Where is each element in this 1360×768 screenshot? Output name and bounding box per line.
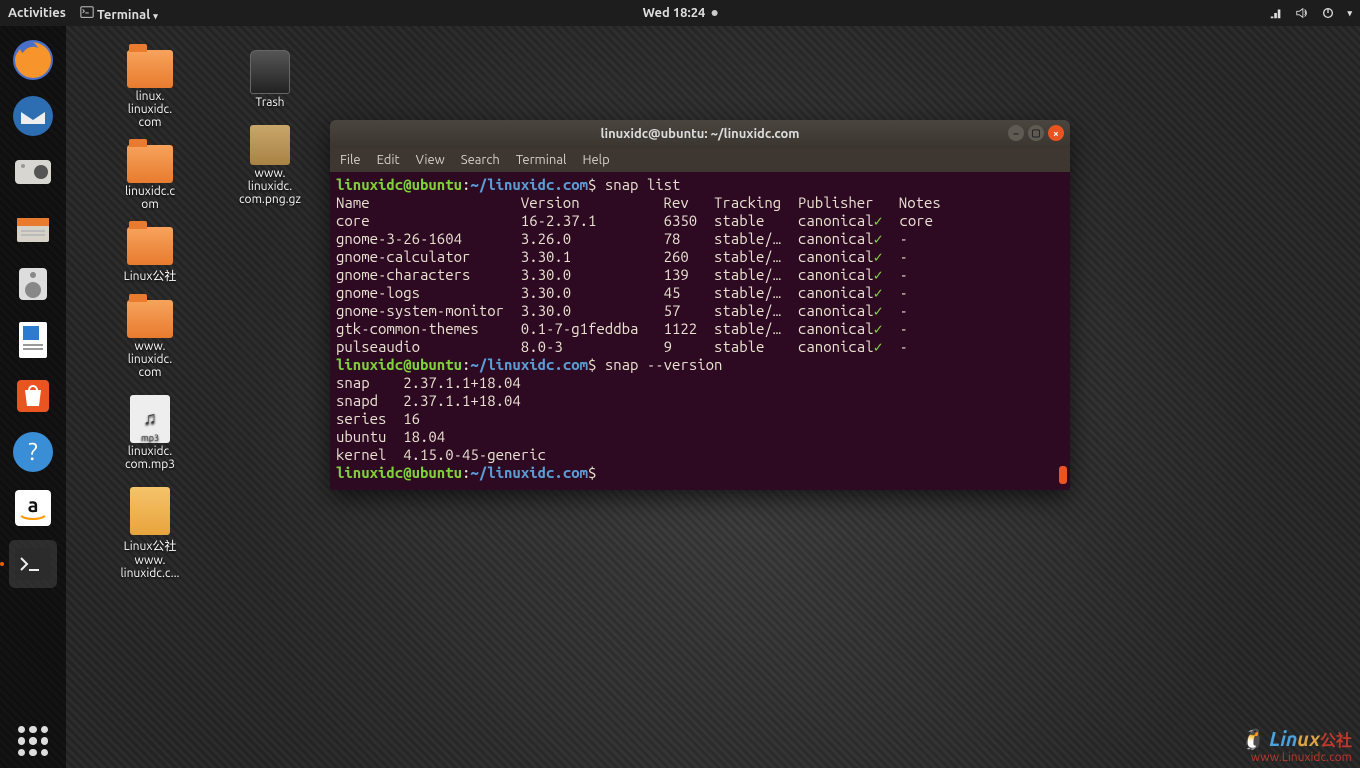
dock-camera[interactable]	[9, 148, 57, 196]
watermark-text: ux	[1297, 727, 1320, 750]
folder-icon	[127, 50, 173, 88]
svg-text:?: ?	[28, 438, 37, 465]
amazon-icon: a	[9, 484, 57, 532]
desktop-icon-label: Trash	[255, 96, 284, 109]
clock[interactable]: Wed 18:24	[643, 6, 718, 20]
show-applications-button[interactable]	[18, 726, 48, 756]
dock-rhythmbox[interactable]	[9, 260, 57, 308]
minimize-button[interactable]: –	[1008, 125, 1024, 141]
chevron-down-icon: ▾	[153, 11, 158, 21]
desktop-icon-label: Linux公社	[124, 267, 177, 284]
video-file-icon	[130, 487, 170, 535]
watermark-text: Lin	[1269, 727, 1297, 750]
menu-search[interactable]: Search	[461, 153, 500, 167]
terminal-window: linuxidc@ubuntu: ~/linuxidc.com – ▢ × Fi…	[330, 120, 1070, 490]
archive-icon	[250, 125, 290, 165]
menu-help[interactable]: Help	[582, 153, 609, 167]
files-icon	[9, 204, 57, 252]
dock-thunderbird[interactable]	[9, 92, 57, 140]
watermark-text: 公社	[1320, 732, 1352, 750]
volume-icon[interactable]	[1295, 6, 1309, 20]
notification-dot-icon	[711, 10, 717, 16]
dock-files[interactable]	[9, 204, 57, 252]
desktop-icon-label: www. linuxidc. com	[128, 340, 172, 379]
window-title: linuxidc@ubuntu: ~/linuxidc.com	[601, 127, 800, 141]
dock-help[interactable]: ?	[9, 428, 57, 476]
svg-text:a: a	[28, 493, 39, 516]
desktop-icon[interactable]: mp3linuxidc. com.mp3	[100, 395, 200, 471]
desktop-icon-label: www. linuxidc. com.png.gz	[239, 167, 301, 206]
speaker-icon	[9, 260, 57, 308]
shopping-bag-icon	[9, 372, 57, 420]
folder-icon	[127, 145, 173, 183]
dock-amazon[interactable]: a	[9, 484, 57, 532]
document-icon	[9, 316, 57, 364]
folder-icon	[127, 227, 173, 265]
thunderbird-icon	[9, 92, 57, 140]
dock-writer[interactable]	[9, 316, 57, 364]
desktop-icon-label: linuxidc.c om	[125, 185, 175, 211]
menu-terminal[interactable]: Terminal	[516, 153, 567, 167]
desktop-icon-label: linux. linuxidc. com	[128, 90, 172, 129]
network-icon[interactable]	[1269, 6, 1283, 20]
activities-button[interactable]: Activities	[8, 6, 66, 20]
desktop-icon-label: linuxidc. com.mp3	[125, 445, 175, 471]
scrollbar-thumb[interactable]	[1059, 466, 1067, 484]
scrollbar[interactable]	[1058, 172, 1068, 486]
camera-icon	[9, 148, 57, 196]
app-menu-label: Terminal	[97, 8, 150, 22]
trash-icon	[250, 50, 290, 94]
top-bar: Activities Terminal ▾ Wed 18:24 ▾	[0, 0, 1360, 26]
close-button[interactable]: ×	[1048, 125, 1064, 141]
terminal-body[interactable]: linuxidc@ubuntu:~/linuxidc.com$ snap lis…	[330, 172, 1070, 490]
clock-label: Wed 18:24	[643, 6, 706, 20]
desktop-icon[interactable]: linux. linuxidc. com	[100, 50, 200, 129]
desktop-icon[interactable]: www. linuxidc. com	[100, 300, 200, 379]
desktop-icon-label: Linux公社 www. linuxidc.c...	[121, 537, 180, 580]
desktop-icon[interactable]: Linux公社 www. linuxidc.c...	[100, 487, 200, 580]
help-icon: ?	[9, 428, 57, 476]
maximize-button[interactable]: ▢	[1028, 125, 1044, 141]
desktop-icon[interactable]: www. linuxidc. com.png.gz	[220, 125, 320, 206]
terminal-menubar: File Edit View Search Terminal Help	[330, 148, 1070, 172]
folder-icon	[127, 300, 173, 338]
terminal-icon	[80, 5, 94, 19]
desktop-icon[interactable]: Trash	[220, 50, 320, 109]
menu-view[interactable]: View	[416, 153, 445, 167]
dock-software[interactable]	[9, 372, 57, 420]
watermark-url: www.Linuxidc.com	[1240, 751, 1352, 764]
desktop-icon[interactable]: linuxidc.c om	[100, 145, 200, 211]
app-menu[interactable]: Terminal ▾	[80, 5, 158, 22]
audio-file-icon: mp3	[130, 395, 170, 443]
chevron-down-icon[interactable]: ▾	[1347, 8, 1352, 19]
dock: ? a	[0, 26, 66, 768]
terminal-icon	[9, 540, 57, 588]
watermark: 🐧 Linux公社 www.Linuxidc.com	[1240, 727, 1352, 764]
desktop-icon[interactable]: Linux公社	[100, 227, 200, 284]
menu-edit[interactable]: Edit	[377, 153, 400, 167]
menu-file[interactable]: File	[340, 153, 361, 167]
power-icon[interactable]	[1321, 6, 1335, 20]
firefox-icon	[9, 36, 57, 84]
window-titlebar[interactable]: linuxidc@ubuntu: ~/linuxidc.com – ▢ ×	[330, 120, 1070, 148]
dock-terminal[interactable]	[9, 540, 57, 588]
dock-firefox[interactable]	[9, 36, 57, 84]
